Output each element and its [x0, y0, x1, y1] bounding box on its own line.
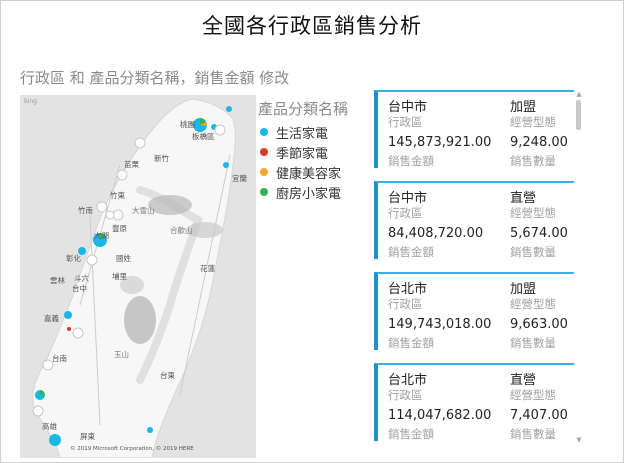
page-title: 全國各行政區銷售分析	[202, 14, 422, 38]
card-type-label: 經營型態	[510, 388, 556, 402]
place-label: 大湖	[94, 231, 109, 240]
legend-item[interactable]: 生活家電	[258, 122, 348, 142]
card-type-label: 經營型態	[510, 297, 556, 311]
card-district-value: 台北市	[388, 373, 428, 388]
card-qty-label: 銷售數量	[510, 245, 556, 259]
card-district-label: 行政區	[388, 297, 423, 311]
legend-item-label: 季節家電	[276, 146, 329, 162]
legend-item[interactable]: 廚房小家電	[258, 182, 348, 202]
legend-item-label: 廚房小家電	[276, 186, 342, 202]
sales-card[interactable]: 台中市 直營 行政區 經營型態 84,408,720.00 5,674.00 銷…	[374, 181, 574, 259]
place-label: 屏東	[80, 432, 95, 441]
bubble-chiayi	[64, 311, 72, 319]
card-type-label: 經營型態	[510, 206, 556, 220]
card-qty-label: 銷售數量	[510, 154, 556, 168]
place-label: 彰化	[66, 254, 81, 263]
place-label: 嘉義	[44, 314, 59, 323]
card-qty-label: 銷售數量	[510, 427, 556, 441]
card-amount-value: 149,743,018.00	[388, 317, 492, 332]
card-amount-label: 銷售金額	[388, 427, 434, 441]
card-qty-value: 7,407.00	[510, 408, 568, 423]
legend-item[interactable]: 健康美容家	[258, 162, 348, 182]
bubble-kaohsiung	[49, 434, 61, 446]
map-legend: 產品分類名稱 生活家電 季節家電 健康美容家 廚房小家電	[258, 98, 348, 202]
card-district-label: 行政區	[388, 206, 423, 220]
sales-card[interactable]: 台北市 加盟 行政區 經營型態 149,743,018.00 9,663.00 …	[374, 272, 574, 350]
card-type-label: 經營型態	[510, 115, 556, 129]
bubble-chiayi-2	[67, 327, 71, 331]
card-district-value: 台北市	[388, 282, 428, 297]
place-label: 竹南	[78, 206, 93, 215]
legend-dot-icon	[260, 128, 268, 136]
scroll-down-icon[interactable]: ▼	[575, 436, 583, 444]
card-district-label: 行政區	[388, 388, 423, 402]
place-label: 板橋區	[192, 132, 215, 141]
place-label: 國姓	[116, 254, 131, 263]
sales-card[interactable]: 台北市 直營 行政區 經營型態 114,047,682.00 7,407.00 …	[374, 363, 574, 441]
map-visual[interactable]: bing 桃園 板橋區 竹東 竹南 大湖 豐原 彰化 國姓 埔里 斗六 雲林 台…	[20, 95, 256, 458]
card-qty-value: 9,663.00	[510, 317, 568, 332]
place-label: 宜蘭	[232, 174, 247, 183]
place-label: 合歡山	[170, 226, 193, 235]
place-label: 苗栗	[124, 160, 139, 169]
bubble-pingtung	[147, 427, 153, 433]
card-type-value: 加盟	[510, 282, 537, 297]
map-visual-title: 行政區 和 產品分類名稱，銷售金額 修改	[20, 69, 290, 87]
place-label: 雲林	[50, 276, 65, 285]
card-amount-label: 銷售金額	[388, 245, 434, 259]
place-label: 豐原	[112, 224, 127, 233]
legend-item-label: 健康美容家	[276, 166, 342, 182]
sales-card[interactable]: 台中市 加盟 行政區 經營型態 145,873,921.00 9,248.00 …	[374, 90, 574, 168]
card-amount-value: 145,873,921.00	[388, 135, 492, 150]
card-qty-label: 銷售數量	[510, 336, 556, 350]
place-label: 大雪山	[132, 206, 155, 215]
legend-dot-icon	[260, 168, 268, 176]
card-type-value: 直營	[510, 373, 537, 388]
place-label: 高雄	[42, 422, 57, 431]
legend-dot-icon	[260, 148, 268, 156]
legend-item[interactable]: 季節家電	[258, 142, 348, 162]
multi-row-card[interactable]: 台中市 加盟 行政區 經營型態 145,873,921.00 9,248.00 …	[374, 90, 584, 446]
card-type-value: 加盟	[510, 100, 537, 115]
place-label: 台南	[52, 354, 67, 363]
card-amount-value: 114,047,682.00	[388, 408, 492, 423]
card-amount-value: 84,408,720.00	[388, 226, 484, 241]
bubble-yilan	[223, 162, 229, 168]
map-copyright: © 2019 Microsoft Corporation, © 2019 HER…	[70, 446, 194, 452]
place-label: 埔里	[112, 272, 127, 281]
bubble-north	[226, 106, 232, 112]
card-amount-label: 銷售金額	[388, 336, 434, 350]
legend-item-label: 生活家電	[276, 126, 329, 142]
card-scrollbar[interactable]: ▲ ▼	[574, 90, 584, 446]
card-district-value: 台中市	[388, 100, 428, 115]
scroll-up-icon[interactable]: ▲	[575, 90, 583, 98]
place-label: 玉山	[114, 350, 129, 359]
place-label: 台東	[160, 371, 175, 380]
place-label: 竹東	[110, 191, 125, 200]
place-label: 台中	[72, 284, 87, 293]
card-qty-value: 9,248.00	[510, 135, 568, 150]
card-district-value: 台中市	[388, 191, 428, 206]
place-label: 桃園	[180, 120, 195, 129]
legend-title: 產品分類名稱	[258, 100, 349, 118]
card-district-label: 行政區	[388, 115, 423, 129]
place-label: 花蓮	[200, 264, 215, 273]
scroll-thumb[interactable]	[576, 100, 581, 130]
card-qty-value: 5,674.00	[510, 226, 568, 241]
legend-dot-icon	[260, 188, 268, 196]
bing-logo: bing	[24, 98, 38, 105]
place-label: 新竹	[154, 154, 169, 163]
card-amount-label: 銷售金額	[388, 154, 434, 168]
card-type-value: 直營	[510, 191, 537, 206]
